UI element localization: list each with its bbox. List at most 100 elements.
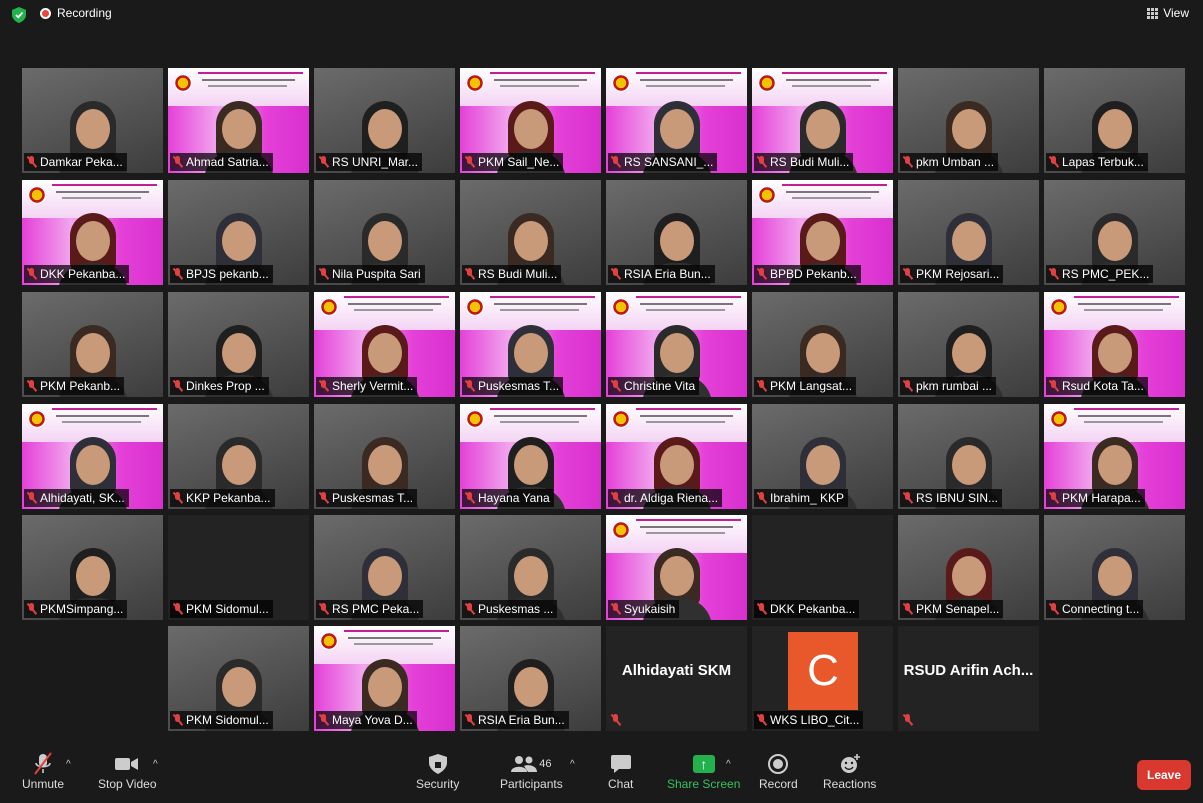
slide-text-line [646, 421, 725, 423]
participant-tile[interactable]: PKM Senapel... [898, 515, 1039, 620]
reactions-button[interactable]: Reactions [823, 751, 876, 791]
slide-text-line [500, 85, 579, 87]
participant-tile[interactable]: DKK Pekanba... [22, 180, 163, 285]
participant-tile[interactable]: Christine Vita [606, 292, 747, 397]
participant-tile[interactable]: Connecting t... [1044, 515, 1185, 620]
participant-tile[interactable]: Lapas Terbuk... [1044, 68, 1185, 173]
participant-tile[interactable]: RS PMC_PEK... [1044, 180, 1185, 285]
participant-tile[interactable]: Ibrahim_ KKP [752, 404, 893, 509]
slide-text-line [640, 415, 733, 417]
participant-tile[interactable]: Rsud Kota Ta... [1044, 292, 1185, 397]
participant-tile[interactable]: PKM Pekanb... [22, 292, 163, 397]
participant-tile[interactable]: C WKS LIBO_Cit... [752, 626, 893, 731]
participant-tile[interactable]: pkm Umban ... [898, 68, 1039, 173]
participant-tile[interactable]: KKP Pekanba... [168, 404, 309, 509]
muted-mic-icon [173, 714, 182, 726]
participant-tile[interactable]: RSIA Eria Bun... [606, 180, 747, 285]
university-logo-icon [174, 74, 192, 92]
participant-tile[interactable]: Alhidayati, SK... [22, 404, 163, 509]
participant-tile[interactable]: PKM Sail_Ne... [460, 68, 601, 173]
slide-text-line [354, 309, 433, 311]
slide-text-line [640, 526, 733, 528]
participant-name-bar: RSIA Eria Bun... [608, 265, 715, 283]
participant-tile[interactable]: PKM Rejosari... [898, 180, 1039, 285]
face [513, 667, 548, 707]
audio-options-chevron-icon[interactable]: ^ [66, 759, 71, 770]
share-options-chevron-icon[interactable]: ^ [726, 759, 731, 770]
participant-name-bar: dr. Aldiga Riena... [608, 489, 723, 507]
participant-name-bar: pkm rumbai ... [900, 377, 997, 395]
participant-name: Sherly Vermit... [332, 379, 414, 393]
participant-tile[interactable]: pkm rumbai ... [898, 292, 1039, 397]
slide-text-line [198, 72, 303, 74]
share-screen-button[interactable]: ↑ Share Screen [667, 751, 740, 791]
microphone-muted-icon [32, 751, 54, 777]
participant-tile[interactable]: Alhidayati SKM [606, 626, 747, 731]
participant-tile[interactable]: BPBD Pekanb... [752, 180, 893, 285]
participant-tile[interactable]: DKK Pekanba... [752, 515, 893, 620]
participant-tile[interactable]: Puskesmas T... [460, 292, 601, 397]
participant-tile[interactable]: RS UNRI_Mar... [314, 68, 455, 173]
participant-name: PKM Harapa... [1062, 491, 1141, 505]
participant-tile[interactable]: RS SANSANI_... [606, 68, 747, 173]
participant-tile[interactable]: RS PMC Peka... [314, 515, 455, 620]
participant-name: Hayana Yana [478, 491, 550, 505]
face [659, 221, 694, 261]
muted-mic-icon [1049, 380, 1058, 392]
slide-text-line [1084, 309, 1163, 311]
muted-mic-icon [319, 268, 328, 280]
video-options-chevron-icon[interactable]: ^ [153, 759, 158, 770]
recording-indicator[interactable]: Recording [40, 6, 112, 20]
participant-tile[interactable]: Maya Yova D... [314, 626, 455, 731]
participant-tile[interactable]: PKM Sidomul... [168, 515, 309, 620]
participants-options-chevron-icon[interactable]: ^ [570, 759, 575, 770]
slide-text-line [490, 408, 595, 410]
participant-tile[interactable]: RS IBNU SIN... [898, 404, 1039, 509]
participant-name: WKS LIBO_Cit... [770, 713, 860, 727]
participant-tile[interactable]: PKMSimpang... [22, 515, 163, 620]
slide-text-line [1078, 415, 1171, 417]
record-button[interactable]: Record [759, 751, 798, 791]
leave-button[interactable]: Leave [1137, 760, 1191, 790]
participant-tile[interactable]: BPJS pekanb... [168, 180, 309, 285]
slide-text-line [494, 415, 587, 417]
participant-tile[interactable]: RSIA Eria Bun... [460, 626, 601, 731]
participant-name: RS Budi Muli... [770, 155, 850, 169]
participant-tile[interactable]: Dinkes Prop ... [168, 292, 309, 397]
participants-button[interactable]: 46 Participants [500, 751, 563, 791]
face [805, 333, 840, 373]
participant-name-bar: RS Budi Muli... [462, 265, 562, 283]
participant-tile[interactable]: RSUD Arifin Ach... [898, 626, 1039, 731]
participant-tile[interactable]: Nila Puspita Sari [314, 180, 455, 285]
participant-tile[interactable]: RS Budi Muli... [460, 180, 601, 285]
participant-tile[interactable]: Puskesmas ... [460, 515, 601, 620]
participant-tile[interactable]: PKM Sidomul... [168, 626, 309, 731]
participant-tile[interactable]: PKM Langsat... [752, 292, 893, 397]
slide-text-line [344, 630, 449, 632]
chat-button[interactable]: Chat [608, 751, 633, 791]
stop-video-button[interactable]: Stop Video [98, 751, 157, 791]
view-button[interactable]: View [1147, 6, 1189, 20]
participant-tile[interactable]: Sherly Vermit... [314, 292, 455, 397]
participant-tile[interactable]: Puskesmas T... [314, 404, 455, 509]
unmute-button[interactable]: Unmute [22, 751, 64, 791]
face [805, 109, 840, 149]
participant-tile[interactable]: Ahmad Satria... [168, 68, 309, 173]
participant-name-bar: RS Budi Muli... [754, 153, 854, 171]
participant-name: KKP Pekanba... [186, 491, 271, 505]
shield-icon[interactable] [12, 7, 26, 23]
slide-text-line [202, 79, 295, 81]
security-button[interactable]: Security [416, 751, 459, 791]
participant-tile[interactable]: Syukaisih [606, 515, 747, 620]
participant-tile[interactable]: RS Budi Muli... [752, 68, 893, 173]
participant-name-bar: PKMSimpang... [24, 600, 128, 618]
participant-name: RS Budi Muli... [478, 267, 558, 281]
participant-name-bar: Puskesmas T... [316, 489, 418, 507]
participant-tile[interactable]: Damkar Peka... [22, 68, 163, 173]
participant-tile[interactable]: Hayana Yana [460, 404, 601, 509]
participant-tile[interactable]: PKM Harapa... [1044, 404, 1185, 509]
participant-tile[interactable]: dr. Aldiga Riena... [606, 404, 747, 509]
slide-text-line [56, 191, 149, 193]
muted-mic-icon [27, 156, 36, 168]
muted-mic-icon [465, 714, 474, 726]
